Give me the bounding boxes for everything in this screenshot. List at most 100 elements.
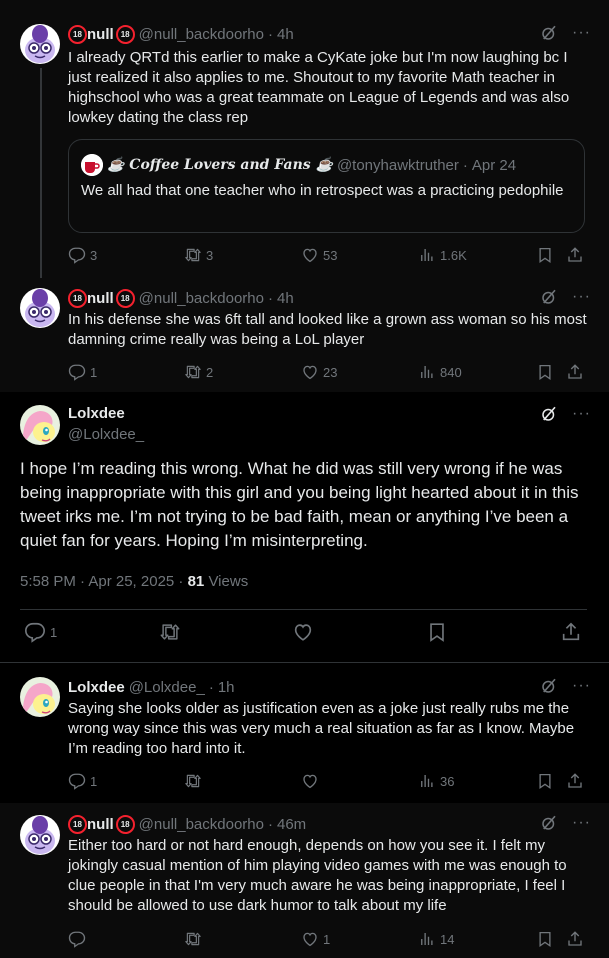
like-icon — [301, 930, 319, 948]
quote-tweet[interactable]: ☕ Coffee Lovers and Fans ☕ @tonyhawktrut… — [68, 139, 585, 233]
more-icon[interactable]: ··· — [572, 288, 591, 306]
share-button[interactable] — [566, 362, 584, 382]
grok-icon[interactable] — [540, 677, 558, 695]
bookmark-button[interactable] — [536, 362, 554, 382]
avatar[interactable] — [20, 24, 60, 64]
avatar[interactable] — [20, 677, 60, 717]
share-button[interactable] — [566, 771, 584, 791]
author-handle[interactable]: @null_backdoorho — [139, 26, 264, 43]
tweet-time[interactable]: 1h — [218, 679, 235, 696]
reply-icon — [68, 930, 86, 948]
repost-button[interactable]: 2 — [184, 362, 213, 382]
bookmark-button[interactable] — [426, 622, 448, 642]
divider — [20, 609, 587, 610]
like-count: 23 — [323, 364, 338, 380]
reply-count: 1 — [50, 624, 58, 640]
action-bar: 3 3 53 1.6K — [68, 245, 588, 265]
views-count: 840 — [440, 364, 462, 380]
repost-button[interactable]: 3 — [184, 245, 213, 265]
like-count: 1 — [323, 931, 331, 947]
tweet-2[interactable]: 18 null 18 @null_backdoorho · 4h ··· In … — [0, 278, 609, 392]
like-button[interactable]: 53 — [301, 245, 337, 265]
action-bar: 1 — [0, 622, 609, 644]
reply-icon — [68, 246, 86, 264]
bookmark-icon — [536, 363, 554, 381]
repost-count: 3 — [206, 247, 214, 263]
views-button[interactable]: 1.6K — [418, 245, 467, 265]
quote-author-handle: @tonyhawktruther — [336, 156, 459, 174]
reply-tweet-2[interactable]: 18 null 18 @null_backdoorho · 46m ··· Ei… — [0, 803, 609, 958]
repost-icon — [184, 363, 202, 381]
repost-icon — [184, 772, 202, 790]
reply-button[interactable]: 1 — [24, 622, 57, 642]
quote-text: We all had that one teacher who in retro… — [81, 182, 564, 199]
reply-tweet-1[interactable]: Lolxdee @Lolxdee_ · 1h ··· Saying she lo… — [0, 663, 609, 803]
tweet-header: 18 null 18 @null_backdoorho · 46m ··· — [68, 814, 591, 834]
share-button[interactable] — [560, 622, 582, 642]
like-icon — [301, 363, 319, 381]
author-name[interactable]: null — [87, 816, 114, 833]
views-button[interactable]: 14 — [418, 929, 454, 949]
bookmark-button[interactable] — [536, 771, 554, 791]
views-button[interactable]: 840 — [418, 362, 462, 382]
tweet-time[interactable]: 46m — [277, 816, 306, 833]
tweet-time[interactable]: 4h — [277, 26, 294, 43]
age-badge-icon: 18 — [115, 24, 135, 44]
repost-icon — [184, 930, 202, 948]
reply-button[interactable]: 3 — [68, 245, 97, 265]
avatar[interactable] — [20, 288, 60, 328]
author-name[interactable]: Lolxdee — [68, 679, 125, 696]
tweet-header: 18 null 18 @null_backdoorho · 4h ··· — [68, 24, 591, 44]
reply-button[interactable]: 1 — [68, 771, 97, 791]
author-name[interactable]: null — [87, 26, 114, 43]
action-bar: 1 2 23 840 — [68, 362, 588, 382]
thread-line — [40, 68, 42, 282]
repost-button[interactable] — [159, 622, 181, 642]
share-button[interactable] — [566, 929, 584, 949]
share-icon — [560, 621, 582, 643]
author-name[interactable]: Lolxdee — [68, 405, 125, 422]
author-handle[interactable]: @Lolxdee_ — [68, 426, 144, 443]
like-button[interactable] — [301, 771, 319, 791]
reply-button[interactable]: 1 — [68, 362, 97, 382]
repost-icon — [184, 246, 202, 264]
views-count: 1.6K — [440, 247, 467, 263]
author-name[interactable]: null — [87, 290, 114, 307]
tweet-time[interactable]: 4h — [277, 290, 294, 307]
avatar[interactable] — [20, 815, 60, 855]
grok-icon[interactable] — [540, 814, 558, 832]
bookmark-button[interactable] — [536, 245, 554, 265]
repost-button[interactable] — [184, 929, 202, 949]
grok-icon[interactable] — [540, 24, 558, 42]
author-handle[interactable]: @null_backdoorho — [139, 816, 264, 833]
tweet-1[interactable]: 18 null 18 @null_backdoorho · 4h ··· I a… — [0, 0, 609, 282]
reply-button[interactable] — [68, 929, 86, 949]
more-icon[interactable]: ··· — [572, 405, 591, 423]
tweet-text: Either too hard or not hard enough, depe… — [68, 837, 567, 914]
views-button[interactable]: 36 — [418, 771, 454, 791]
more-icon[interactable]: ··· — [572, 24, 591, 42]
timestamp[interactable]: 5:58 PM · Apr 25, 2025 · — [20, 573, 188, 590]
repost-icon — [159, 621, 181, 643]
views-icon — [418, 246, 436, 264]
views-count: 36 — [440, 773, 455, 789]
like-icon — [301, 246, 319, 264]
more-icon[interactable]: ··· — [572, 677, 591, 695]
tweet-text: In his defense she was 6ft tall and look… — [68, 311, 587, 348]
grok-icon[interactable] — [540, 405, 558, 423]
author-handle[interactable]: @Lolxdee_ — [129, 679, 205, 696]
avatar[interactable] — [20, 405, 60, 445]
bookmark-button[interactable] — [536, 929, 554, 949]
share-button[interactable] — [566, 245, 584, 265]
repost-count: 2 — [206, 364, 214, 380]
more-icon[interactable]: ··· — [572, 814, 591, 832]
like-button[interactable]: 23 — [301, 362, 337, 382]
author-handle[interactable]: @null_backdoorho — [139, 290, 264, 307]
tweet-meta: 5:58 PM · Apr 25, 2025 · 81 Views — [20, 573, 248, 590]
grok-icon[interactable] — [540, 288, 558, 306]
tweet-header: 18 null 18 @null_backdoorho · 4h ··· — [68, 288, 591, 308]
repost-button[interactable] — [184, 771, 202, 791]
like-button[interactable] — [292, 622, 314, 642]
like-button[interactable]: 1 — [301, 929, 330, 949]
bookmark-icon — [536, 772, 554, 790]
